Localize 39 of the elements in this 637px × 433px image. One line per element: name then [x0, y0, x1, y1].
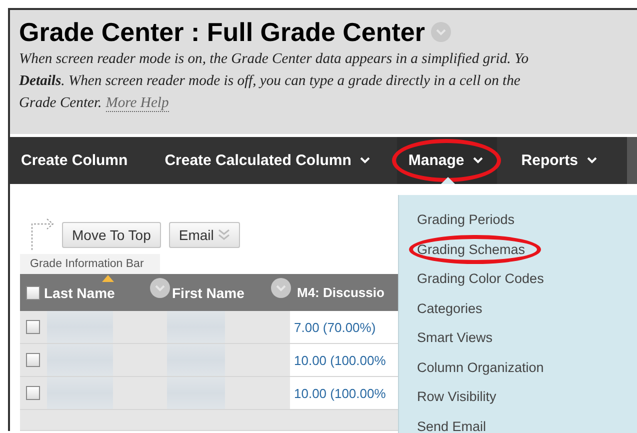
- grade-cell[interactable]: 10.00 (100.00%: [290, 377, 400, 409]
- menu-item[interactable]: Categories: [409, 294, 490, 323]
- description-text: Grade Center.: [19, 95, 102, 111]
- menu-item[interactable]: Column Organization: [409, 352, 552, 382]
- grade-cell[interactable]: 10.00 (100.00%: [290, 344, 400, 376]
- email-menu-button[interactable]: Email: [168, 222, 240, 248]
- more-help-link[interactable]: More Help: [106, 95, 169, 112]
- column-header[interactable]: Last Name: [44, 274, 172, 311]
- nav-menu-button[interactable]: Create Calculated Column: [154, 137, 384, 184]
- page-title: Grade Center : Full Grade Center: [19, 16, 425, 48]
- pointer-icon: [441, 177, 456, 184]
- row-checkbox[interactable]: [26, 386, 40, 400]
- row-checkbox[interactable]: [26, 353, 40, 367]
- row-checkbox[interactable]: [26, 320, 40, 334]
- chevron-down-icon: [360, 157, 370, 164]
- chevron-down-icon: [473, 157, 484, 164]
- menu-item[interactable]: Smart Views: [409, 323, 501, 352]
- move-to-top-button[interactable]: Move To Top: [62, 222, 161, 248]
- grade-information-bar[interactable]: Grade Information Bar: [20, 254, 160, 274]
- nav-menu-button[interactable]: Reports: [510, 137, 611, 184]
- column-menu-icon[interactable]: [271, 278, 291, 298]
- grade-cell[interactable]: 7.00 (70.00%): [290, 311, 400, 343]
- double-chevron-icon: [218, 229, 230, 241]
- menu-item[interactable]: Grading Periods: [409, 205, 523, 234]
- description-text: When screen reader mode is on, the Grade Center data appears in a simplified grid. Yo: [19, 51, 529, 67]
- nav-menu-button[interactable]: Create Column: [10, 137, 142, 184]
- blurred-name: [47, 311, 113, 343]
- menu-item[interactable]: Grading Schemas: [409, 234, 542, 264]
- column-header[interactable]: M4: Discussio: [297, 274, 384, 311]
- column-header[interactable]: First Name: [172, 274, 297, 311]
- menu-item[interactable]: Grading Color Codes: [409, 264, 552, 294]
- chevron-down-icon: [586, 157, 597, 164]
- blurred-name: [167, 311, 225, 343]
- column-menu-icon[interactable]: [150, 278, 170, 298]
- menu-item[interactable]: Send Email: [409, 412, 494, 433]
- sort-triangle-icon: [102, 275, 114, 282]
- menu-item[interactable]: Row Visibility: [409, 382, 504, 412]
- select-all-checkbox[interactable]: [26, 286, 40, 300]
- description-text: Details. When screen reader mode is off, you can type a grade directly in a cell on the: [19, 73, 520, 89]
